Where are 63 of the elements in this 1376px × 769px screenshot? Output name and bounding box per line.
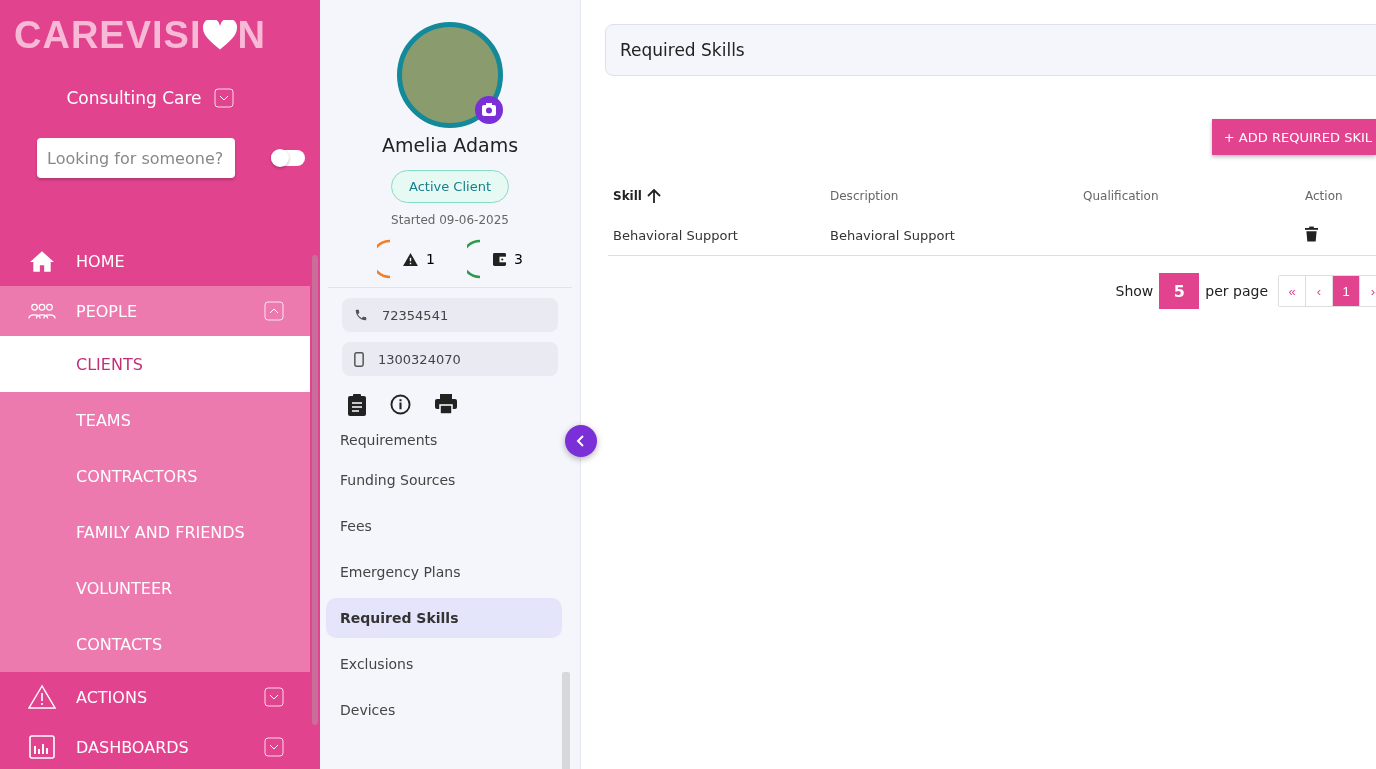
menu-item[interactable]: Exclusions xyxy=(326,644,562,684)
menu-item[interactable]: Devices xyxy=(326,690,562,730)
sort-arrow-icon xyxy=(645,188,662,204)
people-icon xyxy=(28,301,56,321)
info-icon[interactable] xyxy=(390,394,411,415)
menu-item[interactable]: Fees xyxy=(326,506,562,546)
menu-item[interactable]: Emergency Plans xyxy=(326,552,562,592)
clipboard-icon[interactable] xyxy=(348,394,366,416)
column-header[interactable]: Skill xyxy=(613,188,830,204)
scrollbar[interactable] xyxy=(562,672,570,769)
nav-subitem[interactable]: FAMILY AND FRIENDS xyxy=(0,504,310,560)
collapse-button[interactable] xyxy=(565,425,597,457)
logo-text: CAREVISI xyxy=(14,13,202,57)
warning-icon xyxy=(28,684,56,710)
nav-subitem[interactable]: VOLUNTEER xyxy=(0,560,310,616)
column-header[interactable]: Qualification xyxy=(1083,189,1283,203)
nav-subitem[interactable]: CLIENTS xyxy=(0,336,310,392)
nav-subitem[interactable]: CONTACTS xyxy=(0,616,310,672)
count: 1 xyxy=(426,251,435,267)
trash-icon[interactable] xyxy=(1305,225,1318,242)
count: 3 xyxy=(514,251,523,267)
pager-label: per page xyxy=(1205,283,1268,299)
chevron-up-icon[interactable] xyxy=(264,301,284,321)
nav-subitem[interactable]: CONTRACTORS xyxy=(0,448,310,504)
camera-icon[interactable] xyxy=(475,96,503,124)
status-badge: Active Client xyxy=(391,170,509,203)
heart-icon xyxy=(202,19,237,51)
mobile-phone-icon xyxy=(354,351,364,367)
section-title: Required Skills xyxy=(620,40,745,60)
client-name: Amelia Adams xyxy=(381,134,519,156)
contact-field: 72354541 xyxy=(342,298,558,332)
printer-icon[interactable] xyxy=(435,394,457,414)
chevron-down-icon[interactable] xyxy=(264,737,284,757)
chevron-down-icon[interactable] xyxy=(213,88,234,108)
page-size-select[interactable]: 5 xyxy=(1159,273,1200,309)
table-cell-text: Behavioral Support xyxy=(830,227,956,243)
search-field[interactable]: Looking for someone? xyxy=(37,138,235,178)
column-header[interactable]: Description xyxy=(830,189,1083,203)
contact-field: 1300324070 xyxy=(342,342,558,376)
logo-text: N xyxy=(237,13,266,57)
page-button[interactable]: « xyxy=(1279,276,1306,306)
chevron-down-icon[interactable] xyxy=(264,687,284,707)
organization-name: Consulting Care xyxy=(66,88,202,108)
table-cell-text: Behavioral Support xyxy=(613,227,739,243)
page-button[interactable]: 1 xyxy=(1333,276,1360,306)
nav-item[interactable]: HOME xyxy=(0,236,310,286)
menu-item[interactable]: Requirements xyxy=(326,426,562,454)
column-header[interactable]: Action xyxy=(1283,189,1373,203)
menu-item[interactable]: Required Skills xyxy=(326,598,562,638)
nav-item[interactable]: DASHBOARDS xyxy=(0,722,310,769)
nav-subitem[interactable]: TEAMS xyxy=(0,392,310,448)
wallet-icon xyxy=(493,252,506,266)
pager-label: Show xyxy=(1115,283,1154,299)
nav-item[interactable]: ACTIONS xyxy=(0,672,310,722)
toggle-switch[interactable] xyxy=(271,150,305,166)
menu-item[interactable]: Funding Sources xyxy=(326,460,562,500)
phone-icon xyxy=(354,308,368,322)
nav-item[interactable]: PEOPLE xyxy=(0,286,310,336)
warning-icon xyxy=(403,252,419,266)
add-button[interactable]: + ADD REQUIRED SKIL xyxy=(1211,119,1376,155)
chart-icon xyxy=(28,735,56,759)
scrollbar[interactable] xyxy=(312,255,318,725)
start-date: Started 09-06-2025 xyxy=(391,213,509,227)
